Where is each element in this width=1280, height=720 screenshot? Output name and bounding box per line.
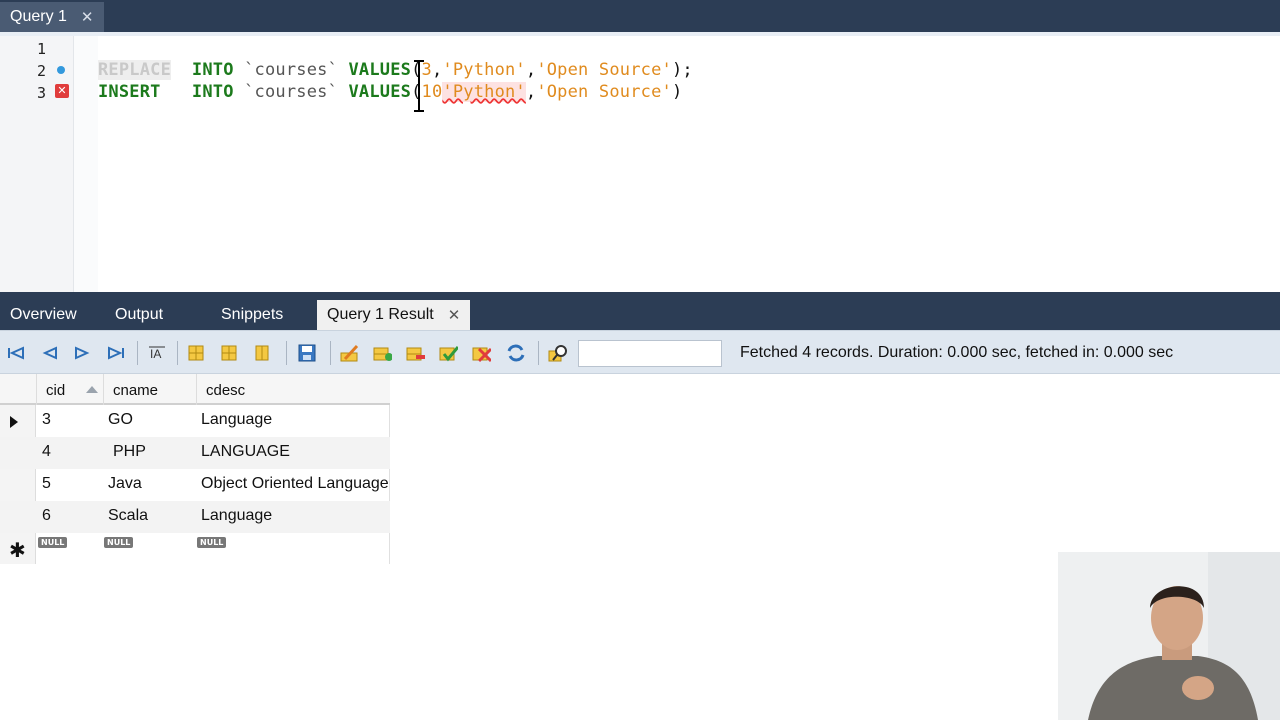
code-token: `courses` bbox=[244, 82, 339, 102]
cell-cdesc[interactable]: Language bbox=[201, 507, 272, 525]
code-line-2: REPLACE INTO `courses` VALUES(3,'Python'… bbox=[98, 60, 693, 80]
search-icon[interactable] bbox=[548, 343, 568, 363]
code-token: , bbox=[525, 60, 537, 80]
code-token: 'Open Source' bbox=[536, 82, 672, 102]
fetch-status-text: Fetched 4 records. Duration: 0.000 sec, … bbox=[740, 344, 1174, 361]
current-row-icon bbox=[10, 416, 18, 428]
table-row[interactable]: 5 Java Object Oriented Language bbox=[0, 469, 390, 501]
table-row[interactable]: 4 PHP LANGUAGE bbox=[0, 437, 390, 469]
tab-query-1[interactable]: Query 1 ✕ bbox=[0, 2, 104, 32]
code-token: ); bbox=[671, 60, 693, 80]
column-icon[interactable] bbox=[253, 343, 273, 363]
column-header-cname[interactable]: cname bbox=[113, 382, 158, 399]
line-number: 3 bbox=[36, 84, 46, 102]
wrap-cell-icon[interactable]: IA bbox=[147, 343, 167, 363]
grid-header: cid cname cdesc bbox=[0, 374, 390, 405]
code-token: INTO bbox=[191, 82, 234, 102]
result-tab-bar: Overview Output Snippets Query 1 Result … bbox=[0, 292, 1280, 330]
query-tab-bar: Query 1 ✕ bbox=[0, 0, 1280, 32]
tab-output[interactable]: Output bbox=[115, 300, 163, 330]
new-row[interactable]: ✱ NULL NULL NULL bbox=[0, 533, 390, 565]
cell-cname[interactable]: PHP bbox=[113, 443, 146, 461]
cell-cdesc[interactable]: LANGUAGE bbox=[201, 443, 290, 461]
toolbar-separator bbox=[137, 341, 138, 365]
column-header-cid[interactable]: cid bbox=[46, 382, 65, 399]
grid-search-input[interactable] bbox=[578, 340, 722, 367]
refresh-icon[interactable] bbox=[505, 343, 525, 363]
table-row[interactable]: 6 Scala Language bbox=[0, 501, 390, 533]
cell-cid[interactable]: 4 bbox=[42, 443, 51, 461]
sql-editor[interactable]: 1 2 3 ✕ REPLACE INTO `courses` VALUES(3,… bbox=[0, 32, 1280, 292]
cell-cid[interactable]: 5 bbox=[42, 475, 51, 493]
code-token: , bbox=[525, 82, 537, 102]
syntax-error-token: 'Python' bbox=[442, 82, 526, 102]
presenter-video bbox=[1058, 552, 1280, 720]
new-row-icon: ✱ bbox=[9, 540, 26, 562]
code-token: VALUES bbox=[348, 82, 412, 102]
null-badge[interactable]: NULL bbox=[104, 537, 134, 548]
next-record-icon[interactable] bbox=[72, 343, 92, 363]
import-icon[interactable] bbox=[220, 343, 240, 363]
sort-ascending-icon bbox=[86, 386, 98, 393]
null-badge[interactable]: NULL bbox=[38, 537, 68, 548]
cell-cdesc[interactable]: Language bbox=[201, 411, 272, 429]
code-token: `courses` bbox=[244, 60, 339, 80]
export-icon[interactable] bbox=[187, 343, 207, 363]
column-header-cdesc[interactable]: cdesc bbox=[206, 382, 245, 399]
cell-cid[interactable]: 3 bbox=[42, 411, 51, 429]
save-icon[interactable] bbox=[297, 343, 317, 363]
first-record-icon[interactable] bbox=[6, 343, 26, 363]
null-badge[interactable]: NULL bbox=[197, 537, 227, 548]
toolbar-separator bbox=[330, 341, 331, 365]
code-line-3: INSERT INTO `courses` VALUES(10'Python',… bbox=[98, 82, 682, 102]
last-record-icon[interactable] bbox=[106, 343, 126, 363]
syntax-error-icon[interactable]: ✕ bbox=[55, 84, 69, 98]
delete-row-icon[interactable] bbox=[405, 343, 425, 363]
cell-cid[interactable]: 6 bbox=[42, 507, 51, 525]
tab-query-1-label: Query 1 bbox=[10, 8, 67, 25]
table-row[interactable]: 3 GO Language bbox=[0, 405, 390, 437]
line-number: 1 bbox=[36, 40, 46, 58]
tab-overview[interactable]: Overview bbox=[10, 300, 77, 330]
cell-cname[interactable]: GO bbox=[108, 411, 133, 429]
code-token: 3 bbox=[421, 60, 432, 80]
webcam-overlay bbox=[1058, 552, 1280, 720]
apply-icon[interactable] bbox=[438, 343, 458, 363]
discard-icon[interactable] bbox=[471, 343, 491, 363]
line-number: 2 bbox=[36, 62, 46, 80]
fold-gutter bbox=[74, 36, 98, 292]
toolbar-separator bbox=[538, 341, 539, 365]
code-token: INSERT bbox=[98, 82, 161, 102]
result-grid[interactable]: cid cname cdesc 3 GO Language 4 PHP LANG… bbox=[0, 374, 390, 564]
previous-record-icon[interactable] bbox=[40, 343, 60, 363]
column-divider bbox=[196, 374, 197, 405]
result-toolbar: IA Fetched 4 records. Duration: 0.000 se… bbox=[0, 330, 1280, 374]
svg-text:IA: IA bbox=[150, 347, 161, 361]
cell-cdesc[interactable]: Object Oriented Language bbox=[201, 475, 389, 493]
code-token: INTO bbox=[191, 60, 234, 80]
tab-query-1-result[interactable]: Query 1 Result ✕ bbox=[317, 300, 471, 330]
statement-marker-icon bbox=[57, 66, 65, 74]
code-token: VALUES bbox=[348, 60, 412, 80]
code-token: 10 bbox=[421, 82, 443, 102]
close-icon[interactable]: ✕ bbox=[448, 306, 461, 324]
close-icon[interactable]: ✕ bbox=[81, 8, 94, 26]
edit-icon[interactable] bbox=[339, 343, 359, 363]
code-token: ) bbox=[671, 82, 683, 102]
code-token: , bbox=[431, 60, 443, 80]
toolbar-separator bbox=[286, 341, 287, 365]
add-row-icon[interactable] bbox=[372, 343, 392, 363]
code-token: 'Python' bbox=[442, 60, 526, 80]
cell-cname[interactable]: Scala bbox=[108, 507, 148, 525]
column-divider bbox=[103, 374, 104, 405]
column-divider bbox=[36, 374, 37, 405]
tab-query-1-result-label: Query 1 Result bbox=[327, 306, 434, 323]
tab-snippets[interactable]: Snippets bbox=[221, 300, 283, 330]
code-token: REPLACE bbox=[98, 60, 172, 80]
toolbar-separator bbox=[177, 341, 178, 365]
code-token: 'Open Source' bbox=[536, 60, 672, 80]
cell-cname[interactable]: Java bbox=[108, 475, 142, 493]
text-cursor-icon bbox=[414, 60, 424, 112]
